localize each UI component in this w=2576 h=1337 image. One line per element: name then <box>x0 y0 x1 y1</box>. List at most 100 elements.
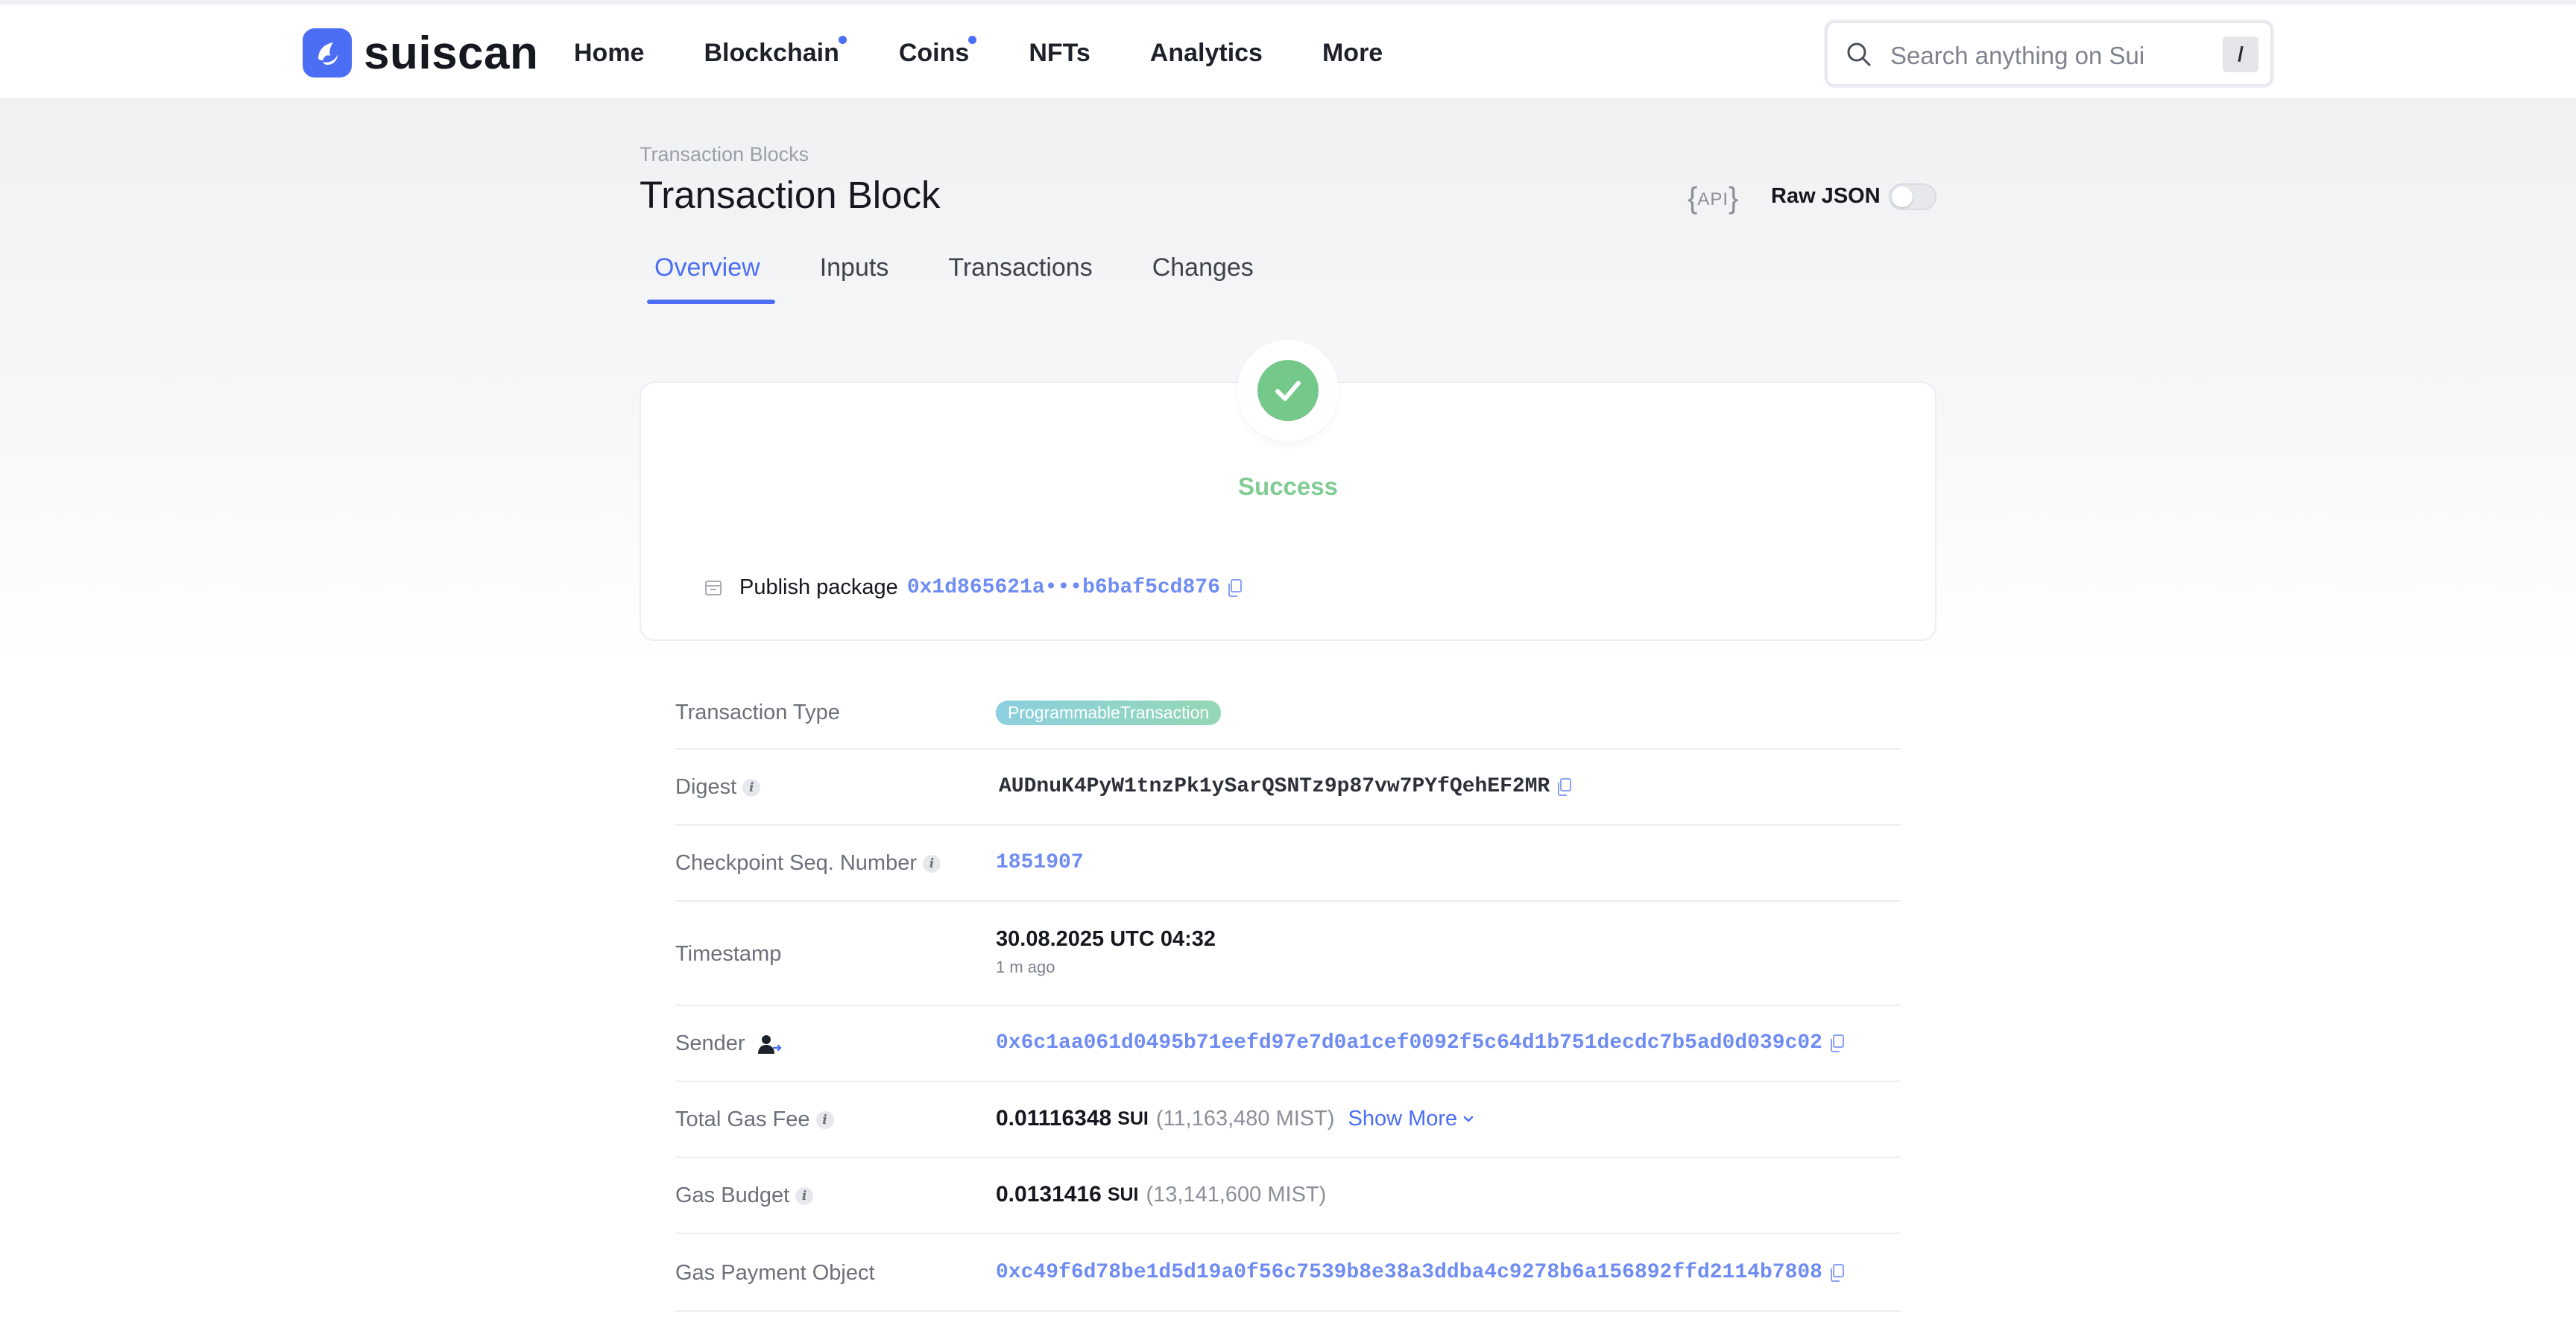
label-text: Digest <box>675 775 737 799</box>
nav-analytics-label: Analytics <box>1149 39 1263 67</box>
label-text: Gas Budget <box>675 1183 790 1207</box>
show-more-label: Show More <box>1348 1106 1458 1131</box>
checkpoint-link[interactable]: 1851907 <box>996 851 1084 874</box>
search-shortcut-key: / <box>2223 37 2258 72</box>
search-placeholder: Search anything on Sui <box>1890 42 2145 69</box>
nav-nfts[interactable]: NFTs <box>1029 39 1090 68</box>
gas-budget-mist: (13,141,600 MIST) <box>1146 1182 1327 1207</box>
timestamp-value: 30.08.2025 UTC 04:32 1 m ago <box>996 927 1216 977</box>
gas-fee-unit: SUI <box>1117 1107 1149 1129</box>
timestamp-text: 30.08.2025 UTC 04:32 <box>996 927 1216 951</box>
nav-analytics[interactable]: Analytics <box>1150 39 1263 68</box>
new-indicator-dot <box>838 36 847 44</box>
nav-blockchain-label: Blockchain <box>704 39 839 67</box>
detail-row-sender: Sender 0x6c1aa061d0495b71eefd97e7d0a1cef… <box>675 1006 1901 1082</box>
brace-icon: } <box>1729 182 1739 215</box>
raw-json-toggle[interactable] <box>1889 183 1936 210</box>
nav-home-label: Home <box>574 39 645 67</box>
page-title: Transaction Block <box>640 174 941 216</box>
publish-package-label: Publish package <box>739 575 898 599</box>
info-icon[interactable]: i <box>742 778 761 797</box>
user-icon <box>757 1034 782 1054</box>
brand-name: suiscan <box>364 27 539 79</box>
copy-icon[interactable] <box>1556 777 1572 797</box>
gas-fee-amount: 0.01116348 <box>996 1106 1112 1131</box>
package-icon <box>705 580 722 595</box>
status-text: Success <box>1238 472 1338 500</box>
nav-more[interactable]: More <box>1322 39 1383 68</box>
tab-changes[interactable]: Changes <box>1152 253 1254 306</box>
detail-row-total-gas-fee: Total Gas Fee i 0.01116348 SUI (11,163,48… <box>675 1082 1901 1158</box>
detail-row-digest: Digest i AUDnuK4PyW1tnzPk1ySarQSNTz9p87vw… <box>675 750 1901 826</box>
detail-row-gas-budget: Gas Budget i 0.0131416 SUI (13,141,600 MI… <box>675 1158 1901 1234</box>
transaction-details: Transaction Type ProgrammableTransaction… <box>640 678 1936 1312</box>
total-gas-fee-label: Total Gas Fee i <box>675 1107 834 1132</box>
tab-transactions[interactable]: Transactions <box>948 253 1092 306</box>
nav-coins[interactable]: Coins <box>898 36 977 68</box>
checkpoint-label: Checkpoint Seq. Number i <box>675 851 941 876</box>
nav-more-label: More <box>1322 39 1383 67</box>
nav-coins-label: Coins <box>898 39 970 67</box>
main-nav: Home Blockchain Coins NFTs Analytics Mor… <box>574 36 1442 68</box>
nav-home[interactable]: Home <box>574 39 644 68</box>
toggle-knob <box>1892 186 1913 207</box>
info-icon[interactable]: i <box>815 1110 834 1129</box>
search-input[interactable]: Search anything on Sui / <box>1825 21 2273 86</box>
raw-json-label: Raw JSON <box>1771 184 1881 208</box>
info-icon[interactable]: i <box>795 1186 814 1205</box>
brace-icon: { <box>1688 182 1698 215</box>
label-text: Total Gas Fee <box>675 1107 810 1131</box>
show-more-button[interactable]: Show More <box>1348 1107 1476 1131</box>
nav-nfts-label: NFTs <box>1029 39 1090 67</box>
copy-icon[interactable] <box>1226 578 1243 598</box>
suiscan-logo-icon <box>303 28 352 78</box>
info-icon[interactable]: i <box>923 854 941 873</box>
detail-row-checkpoint: Checkpoint Seq. Number i 1851907 <box>675 826 1901 902</box>
package-id-link[interactable]: 0x1d865621a•••b6baf5cd876 <box>907 576 1220 599</box>
label-text: Transaction Type <box>675 701 840 724</box>
gas-budget-label: Gas Budget i <box>675 1183 814 1208</box>
success-check-icon <box>1257 360 1319 421</box>
label-text: Timestamp <box>675 942 782 966</box>
label-text: Checkpoint Seq. Number <box>675 851 917 875</box>
status-icon-wrapper <box>1237 340 1339 441</box>
api-label: API <box>1697 189 1729 209</box>
gas-budget-amount: 0.0131416 <box>996 1182 1102 1207</box>
digest-value: AUDnuK4PyW1tnzPk1ySarQSNTz9p87vw7PYfQehE… <box>999 775 1572 798</box>
label-text: Gas Payment Object <box>675 1261 875 1285</box>
digest-text: AUDnuK4PyW1tnzPk1ySarQSNTz9p87vw7PYfQehE… <box>999 775 1550 798</box>
tab-inputs[interactable]: Inputs <box>820 253 889 306</box>
gas-budget-value: 0.0131416 SUI (13,141,600 MIST) <box>996 1182 1326 1207</box>
breadcrumb[interactable]: Transaction Blocks <box>640 143 809 166</box>
tab-overview[interactable]: Overview <box>647 253 775 306</box>
gas-payment-object-label: Gas Payment Object <box>675 1261 875 1286</box>
gas-budget-unit: SUI <box>1107 1183 1139 1205</box>
tab-bar: Overview Inputs Transactions Changes <box>647 253 1313 306</box>
total-gas-fee-value: 0.01116348 SUI (11,163,480 MIST) Show Mo… <box>996 1106 1475 1131</box>
publish-package-row: Publish package 0x1d865621a•••b6baf5cd87… <box>704 575 1243 600</box>
transaction-type-badge: ProgrammableTransaction <box>996 701 1222 725</box>
copy-icon[interactable] <box>1828 1034 1845 1053</box>
checkpoint-value: 1851907 <box>996 851 1084 874</box>
digest-label: Digest i <box>675 775 761 800</box>
gas-fee-mist: (11,163,480 MIST) <box>1155 1106 1335 1131</box>
detail-row-transaction-type: Transaction Type ProgrammableTransaction <box>675 678 1901 750</box>
suiscan-logo[interactable]: suiscan <box>303 27 538 79</box>
timestamp-relative: 1 m ago <box>996 958 1055 976</box>
transaction-type-value: ProgrammableTransaction <box>996 701 1222 725</box>
sender-label: Sender <box>675 1031 783 1056</box>
nav-blockchain[interactable]: Blockchain <box>704 36 847 68</box>
transaction-type-label: Transaction Type <box>675 701 840 725</box>
search-icon <box>1847 42 1871 66</box>
copy-icon[interactable] <box>1828 1263 1845 1283</box>
chevron-down-icon <box>1463 1116 1474 1122</box>
top-navbar: suiscan Home Blockchain Coins NFTs Analy… <box>0 4 2576 100</box>
timestamp-label: Timestamp <box>675 942 781 967</box>
api-button[interactable]: {API} <box>1688 182 1738 215</box>
sender-address-link[interactable]: 0x6c1aa061d0495b71eefd97e7d0a1cef0092f5c… <box>996 1031 1822 1055</box>
gas-payment-object-link[interactable]: 0xc49f6d78be1d5d19a0f56c7539b8e38a3ddba4… <box>996 1261 1822 1284</box>
gas-payment-object-value: 0xc49f6d78be1d5d19a0f56c7539b8e38a3ddba4… <box>996 1261 1845 1284</box>
label-text: Sender <box>675 1031 745 1055</box>
new-indicator-dot <box>968 36 977 44</box>
detail-row-timestamp: Timestamp 30.08.2025 UTC 04:32 1 m ago <box>675 902 1901 1006</box>
